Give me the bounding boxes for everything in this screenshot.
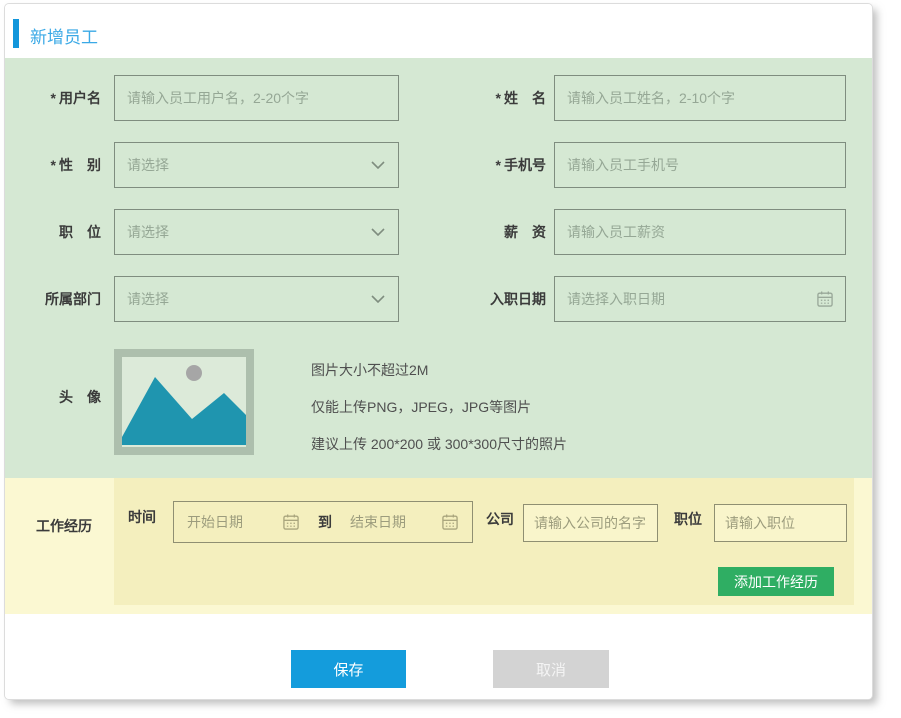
employee-form-section: *用户名 *姓 名 *性 别 请选择 *手机号 职 位 请选择 [5, 58, 872, 478]
avatar-label: 头 像 [31, 349, 114, 407]
date-range-box: 开始日期 到 结束日期 [173, 501, 473, 543]
phone-input[interactable] [554, 142, 846, 188]
note-line: 建议上传 200*200 或 300*300尺寸的照片 [311, 426, 567, 463]
username-field-cell [114, 75, 399, 121]
fullname-input[interactable] [554, 75, 846, 121]
add-work-experience-button[interactable]: 添加工作经历 [718, 567, 834, 596]
gender-field-cell: 请选择 [114, 142, 399, 188]
note-line: 图片大小不超过2M [311, 352, 567, 389]
hire-date-picker [554, 276, 846, 322]
note-line: 仅能上传PNG，JPEG，JPG等图片 [311, 389, 567, 426]
job-label: 职位 [674, 509, 702, 529]
chevron-down-icon [371, 161, 385, 169]
phone-label: *手机号 [399, 142, 554, 188]
card-footer: 保存 取消 [5, 614, 872, 700]
company-label: 公司 [486, 509, 514, 529]
chevron-down-icon [371, 228, 385, 236]
salary-field-cell [554, 209, 846, 255]
date-range-to-label: 到 [318, 512, 332, 532]
work-experience-section: 工作经历 时间 开始日期 到 结束日期 [5, 478, 872, 614]
salary-label: 薪 资 [399, 209, 554, 255]
username-input[interactable] [114, 75, 399, 121]
start-date-input[interactable]: 开始日期 [187, 512, 243, 532]
avatar-upload[interactable] [114, 349, 254, 455]
save-button[interactable]: 保存 [291, 650, 406, 688]
gender-select[interactable]: 请选择 [114, 142, 399, 188]
fullname-field-cell [554, 75, 846, 121]
gender-label: *性 别 [31, 142, 114, 188]
required-asterisk: * [496, 90, 501, 106]
position-select[interactable]: 请选择 [114, 209, 399, 255]
work-experience-panel: 时间 开始日期 到 结束日期 [114, 478, 854, 605]
company-input[interactable] [523, 504, 658, 542]
position-field-cell: 请选择 [114, 209, 399, 255]
title-accent-bar [13, 19, 19, 48]
department-field-cell: 请选择 [114, 276, 399, 322]
job-input[interactable] [714, 504, 847, 542]
phone-field-cell [554, 142, 846, 188]
end-date-input[interactable]: 结束日期 [350, 512, 406, 532]
hire-date-label: 入职日期 [399, 276, 554, 322]
department-label: 所属部门 [31, 276, 114, 322]
avatar-upload-notes: 图片大小不超过2M 仅能上传PNG，JPEG，JPG等图片 建议上传 200*2… [311, 349, 567, 463]
department-select[interactable]: 请选择 [114, 276, 399, 322]
calendar-icon[interactable] [281, 512, 301, 532]
image-placeholder-mountains-icon [122, 357, 246, 447]
work-experience-label: 工作经历 [36, 516, 92, 536]
calendar-icon[interactable] [815, 289, 835, 309]
calendar-icon[interactable] [440, 512, 460, 532]
add-employee-card: 新增员工 *用户名 *姓 名 *性 别 请选择 *手机号 职 位 [4, 3, 873, 700]
page-title: 新增员工 [30, 23, 98, 48]
time-label: 时间 [128, 507, 156, 527]
position-label: 职 位 [31, 209, 114, 255]
cancel-button[interactable]: 取消 [493, 650, 609, 688]
required-asterisk: * [51, 90, 56, 106]
hire-date-field-cell [554, 276, 846, 322]
card-header: 新增员工 [5, 4, 872, 58]
hire-date-input[interactable] [554, 276, 846, 322]
salary-input[interactable] [554, 209, 846, 255]
fullname-label: *姓 名 [399, 75, 554, 121]
form-grid: *用户名 *姓 名 *性 别 请选择 *手机号 职 位 请选择 [5, 58, 872, 322]
required-asterisk: * [496, 157, 501, 173]
username-label: *用户名 [31, 75, 114, 121]
avatar-row: 头 像 图片大小不超过2M 仅能上传PNG，JPEG，JPG等图片 建议上传 2… [5, 349, 872, 463]
chevron-down-icon [371, 295, 385, 303]
required-asterisk: * [51, 157, 56, 173]
